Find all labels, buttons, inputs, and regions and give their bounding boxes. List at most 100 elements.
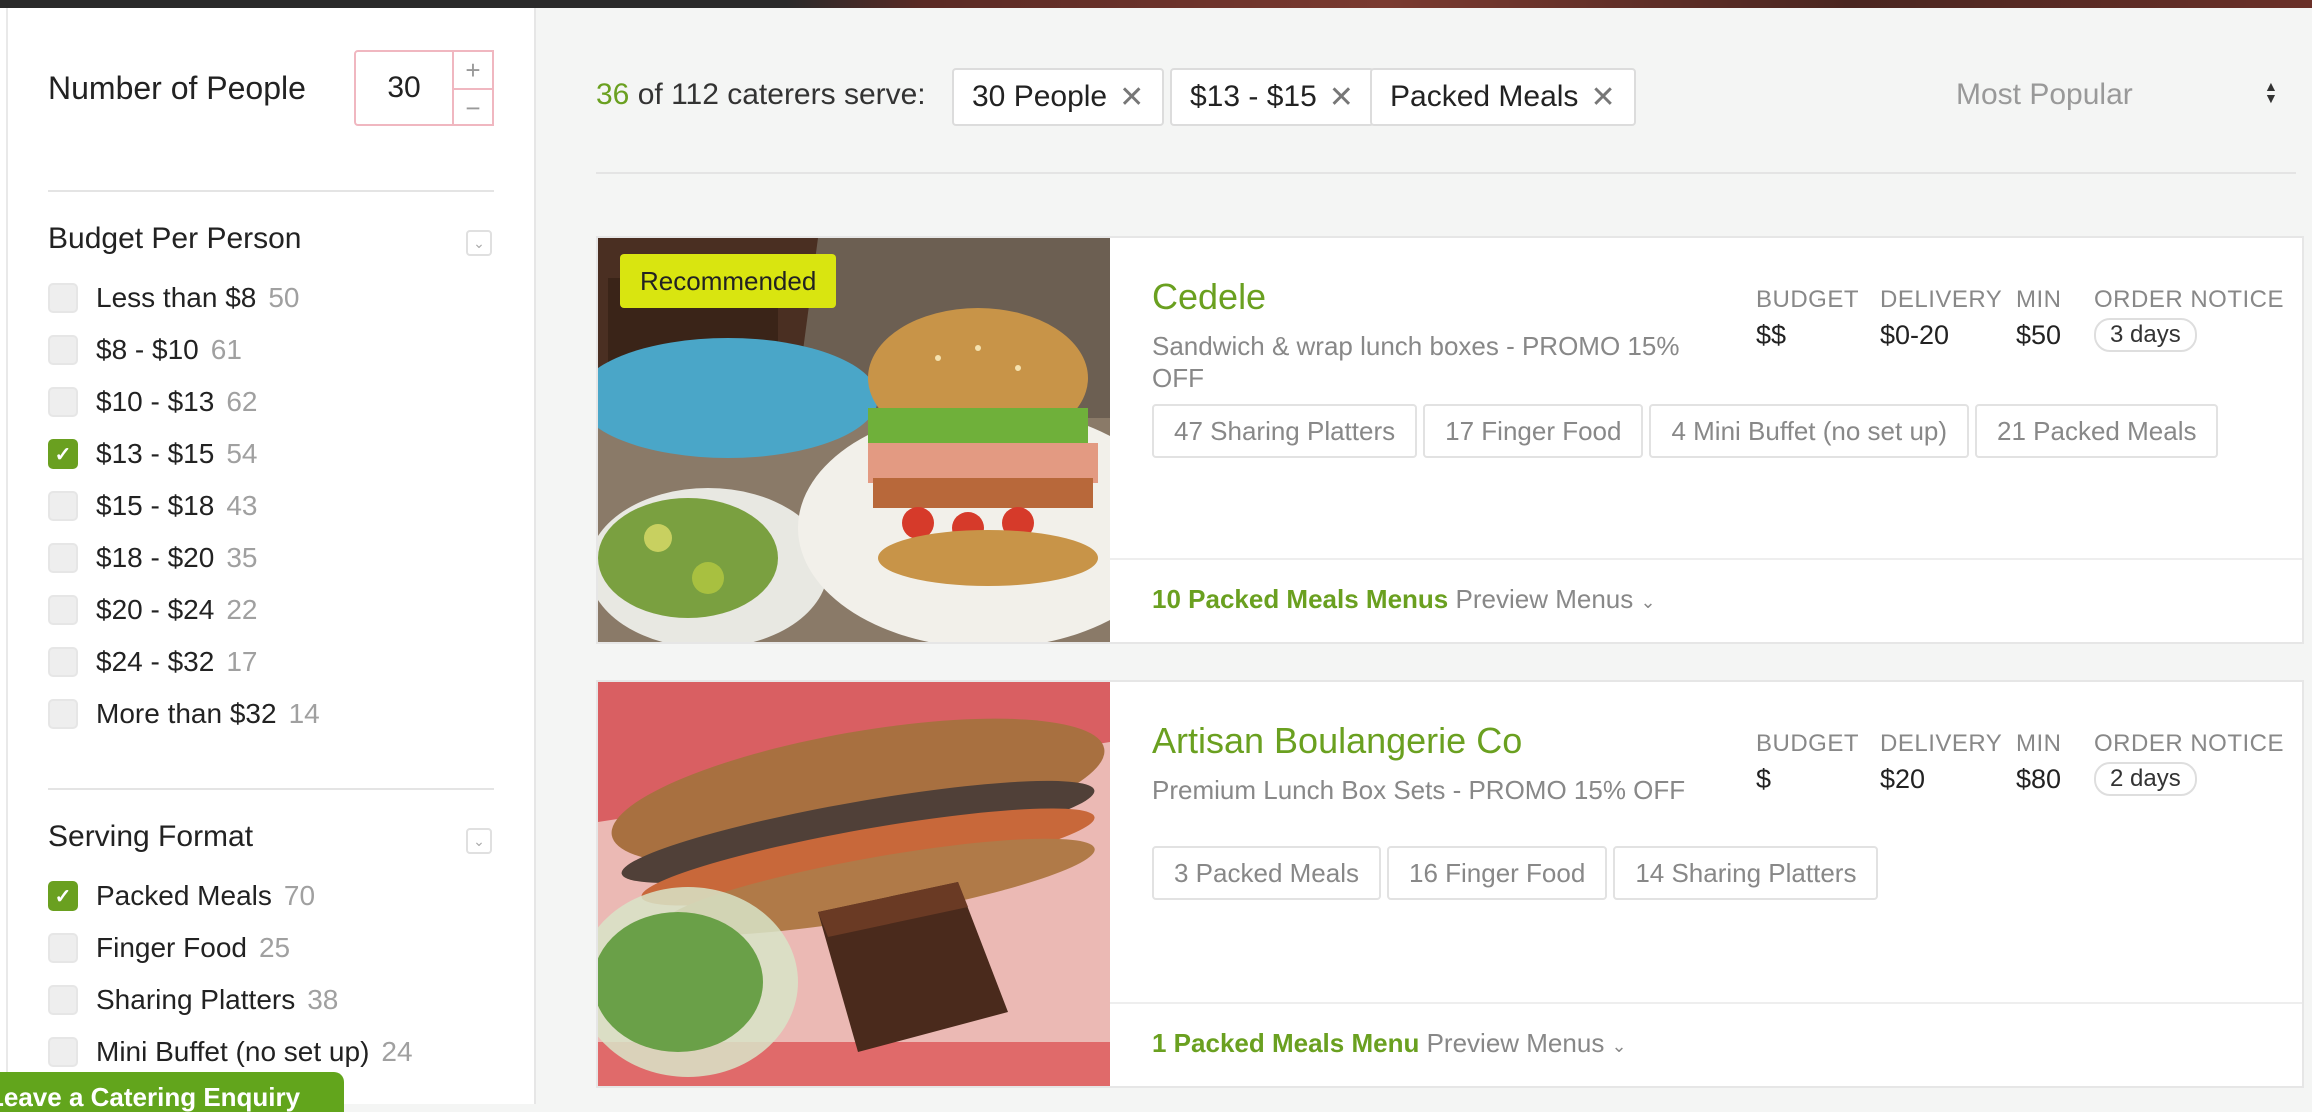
option-count: 35 (226, 542, 258, 573)
divider (48, 190, 494, 192)
format-option[interactable]: ✓ Packed Meals 70 (48, 878, 315, 914)
chevron-down-icon[interactable]: ⌄ (1612, 1036, 1627, 1056)
hero-image-strip (0, 0, 2312, 8)
caterer-name[interactable]: Cedele (1152, 276, 1266, 318)
preview-menus-link[interactable]: Preview Menus (1456, 584, 1634, 614)
format-tags: 47 Sharing Platters 17 Finger Food 4 Min… (1152, 404, 2219, 458)
option-label: $18 - $20 (96, 542, 215, 573)
chevron-down-icon[interactable]: ⌄ (466, 230, 492, 256)
budget-info: BUDGET $ (1756, 730, 1859, 795)
option-count: 17 (226, 646, 258, 677)
budget-option[interactable]: $8 - $10 61 (48, 332, 242, 368)
meta-value: $50 (2016, 320, 2062, 350)
option-label: Sharing Platters (96, 984, 296, 1015)
menu-count[interactable]: 1 Packed Meals Menu (1152, 1028, 1419, 1058)
meta-value: $ (1756, 764, 1772, 794)
option-label: Finger Food (96, 932, 247, 963)
format-tag[interactable]: 47 Sharing Platters (1152, 404, 1418, 458)
checkmark-icon[interactable]: ✓ (48, 881, 78, 911)
caterer-card[interactable]: Artisan Boulangerie Co Premium Lunch Box… (596, 680, 2304, 1088)
budget-option[interactable]: $18 - $20 35 (48, 540, 257, 576)
checkbox[interactable] (48, 699, 78, 729)
baguette-photo (598, 682, 1110, 1086)
option-label: Less than $8 (96, 282, 257, 313)
min-info: MIN $80 (2016, 730, 2062, 795)
delivery-info: DELIVERY $0-20 (1880, 286, 2002, 351)
catering-enquiry-button[interactable]: Leave a Catering Enquiry (0, 1072, 344, 1112)
budget-option[interactable]: $20 - $24 22 (48, 592, 257, 628)
budget-option[interactable]: Less than $8 50 (48, 280, 300, 316)
caterer-photo: Recommended (598, 238, 1110, 642)
checkbox[interactable] (48, 543, 78, 573)
format-title: Serving Format (48, 820, 254, 853)
option-count: 70 (283, 880, 316, 911)
budget-option[interactable]: $15 - $18 43 (48, 488, 257, 524)
meta-label: DELIVERY (1880, 286, 2003, 313)
checkbox[interactable] (48, 985, 78, 1015)
checkbox[interactable] (48, 647, 78, 677)
budget-option[interactable]: $24 - $32 17 (48, 644, 257, 680)
meta-label: ORDER NOTICE (2094, 730, 2285, 757)
chip-label: 30 People (972, 80, 1108, 113)
filter-chip[interactable]: $13 - $15 ✕ (1170, 68, 1374, 126)
filter-chip[interactable]: Packed Meals ✕ (1370, 68, 1636, 126)
menu-summary: 10 Packed Meals Menus Preview Menus ⌄ (1152, 584, 1656, 615)
checkbox[interactable] (48, 335, 78, 365)
close-icon[interactable]: ✕ (1329, 80, 1354, 115)
format-tag[interactable]: 3 Packed Meals (1152, 846, 1381, 900)
decrement-button[interactable]: − (454, 90, 492, 126)
caterer-card[interactable]: Recommended Cedele Sandwich & wrap lunch… (596, 236, 2304, 644)
option-count: 62 (226, 386, 258, 417)
sidebar-edge (6, 8, 8, 1104)
format-tag[interactable]: 16 Finger Food (1386, 846, 1608, 900)
meta-value: $$ (1756, 320, 1787, 350)
budget-option[interactable]: More than $32 14 (48, 696, 320, 732)
format-tag[interactable]: 4 Mini Buffet (no set up) (1649, 404, 1970, 458)
checkbox[interactable] (48, 933, 78, 963)
option-count: 24 (381, 1036, 413, 1067)
preview-menus-link[interactable]: Preview Menus (1427, 1028, 1605, 1058)
caterer-name[interactable]: Artisan Boulangerie Co (1152, 720, 1522, 762)
budget-option[interactable]: $10 - $13 62 (48, 384, 257, 420)
checkmark-icon[interactable]: ✓ (48, 439, 78, 469)
chip-label: $13 - $15 (1190, 80, 1317, 113)
sort-arrows-icon[interactable]: ▲ ▼ (2264, 79, 2278, 105)
budget-option[interactable]: ✓ $13 - $15 54 (48, 436, 257, 472)
chevron-down-icon[interactable]: ⌄ (466, 828, 492, 854)
delivery-info: DELIVERY $20 (1880, 730, 2002, 795)
option-label: Packed Meals (96, 880, 272, 911)
option-label: $15 - $18 (96, 490, 215, 521)
option-label: $13 - $15 (96, 438, 215, 469)
caterer-description: Premium Lunch Box Sets - PROMO 15% OFF (1152, 775, 1686, 805)
option-label: Mini Buffet (no set up) (96, 1036, 370, 1067)
increment-button[interactable]: + (454, 52, 492, 90)
meta-label: DELIVERY (1880, 730, 2003, 757)
format-tag[interactable]: 17 Finger Food (1423, 404, 1644, 458)
people-input[interactable]: 30 (354, 50, 454, 126)
chevron-down-icon[interactable]: ⌄ (1640, 592, 1655, 612)
checkbox[interactable] (48, 387, 78, 417)
format-tags: 3 Packed Meals 16 Finger Food 14 Sharing… (1152, 846, 1879, 900)
notice-info: ORDER NOTICE 2 days (2094, 730, 2284, 796)
checkbox[interactable] (48, 595, 78, 625)
meta-label: ORDER NOTICE (2094, 286, 2285, 313)
caterer-photo (598, 682, 1110, 1086)
format-tag[interactable]: 21 Packed Meals (1975, 404, 2219, 458)
results-summary: 36 of 112 caterers serve: (596, 78, 926, 112)
format-tag[interactable]: 14 Sharing Platters (1613, 846, 1879, 900)
meta-value: $80 (2016, 764, 2062, 794)
menu-count[interactable]: 10 Packed Meals Menus (1152, 584, 1448, 614)
format-option[interactable]: Finger Food 25 (48, 930, 290, 966)
close-icon[interactable]: ✕ (1590, 80, 1615, 115)
checkbox[interactable] (48, 491, 78, 521)
sort-select[interactable]: Most Popular (1956, 78, 2133, 112)
checkbox[interactable] (48, 1037, 78, 1067)
filter-chip[interactable]: 30 People ✕ (952, 68, 1165, 126)
close-icon[interactable]: ✕ (1119, 80, 1144, 115)
format-option[interactable]: Sharing Platters 38 (48, 982, 338, 1018)
checkbox[interactable] (48, 283, 78, 313)
divider (48, 788, 494, 790)
filter-sidebar: Number of People 30 + − Budget Per Perso… (0, 8, 536, 1104)
option-count: 50 (268, 282, 300, 313)
format-option[interactable]: Mini Buffet (no set up) 24 (48, 1034, 413, 1070)
